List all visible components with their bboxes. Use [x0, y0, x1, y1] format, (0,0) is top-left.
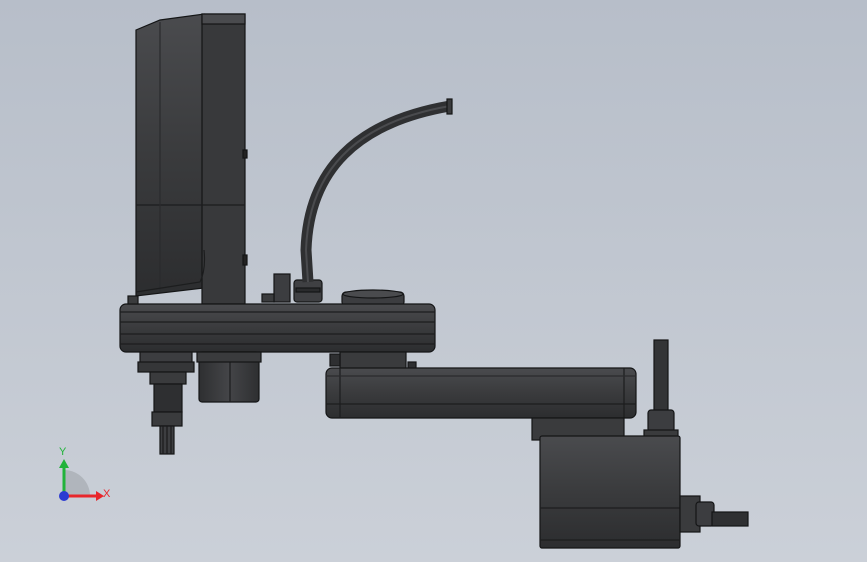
joint-motor	[196, 351, 262, 403]
base-block[interactable]	[531, 417, 681, 549]
elbow-joint	[329, 351, 417, 371]
cad-canvas[interactable]: X Y	[0, 0, 867, 562]
y-axis-label: Y	[59, 446, 67, 458]
x-axis-label: X	[103, 488, 111, 500]
first-arm[interactable]	[119, 295, 436, 353]
vertical-housing[interactable]	[135, 13, 248, 305]
viewport-background	[0, 0, 867, 562]
cad-viewport[interactable]: X Y	[0, 0, 867, 562]
triad-origin	[59, 491, 69, 501]
second-arm[interactable]	[325, 367, 637, 419]
